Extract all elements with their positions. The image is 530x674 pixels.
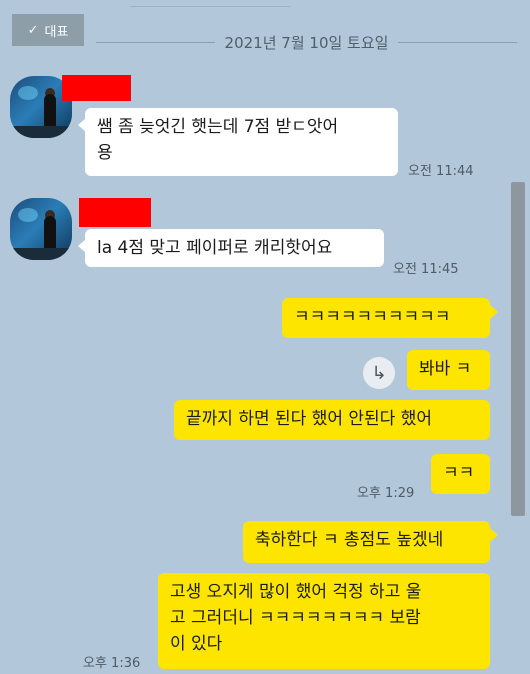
message-bubble-outgoing[interactable]: 봐바 ㅋ: [407, 350, 490, 390]
top-divider: [130, 6, 290, 7]
message-time: 오전 11:44: [408, 164, 474, 179]
message-text-line: 고 그러더니 ㅋㅋㅋㅋㅋㅋㅋㅋ 보람: [170, 608, 421, 628]
message-text: 봐바 ㅋ: [419, 359, 472, 379]
message-text-line: 이 있다: [170, 634, 223, 654]
message-bubble-outgoing[interactable]: 고생 오지게 많이 했어 걱정 하고 울 고 그러더니 ㅋㅋㅋㅋㅋㅋㅋㅋ 보람 …: [158, 573, 490, 669]
message-bubble-outgoing[interactable]: 끝까지 하면 된다 했어 안된다 했어: [174, 400, 490, 440]
message-bubble-incoming[interactable]: 쌤 좀 늦엇긴 햇는데 7점 받ㄷ앗어 용: [85, 108, 398, 176]
message-text: ㅋㅋㅋㅋㅋㅋㅋㅋㅋㅋ: [294, 307, 451, 327]
redacted-sender-name: [62, 75, 131, 101]
date-line-left: [96, 41, 215, 43]
redacted-sender-name: [79, 198, 151, 227]
message-text: la 4점 맞고 페이퍼로 캐리핫어요: [97, 238, 333, 258]
message-bubble-incoming[interactable]: la 4점 맞고 페이퍼로 캐리핫어요: [85, 229, 384, 267]
sender-avatar[interactable]: [10, 198, 72, 260]
message-text: 끝까지 하면 된다 했어 안된다 했어: [186, 409, 432, 429]
message-text-line: 쌤 좀 늦엇긴 햇는데 7점 받ㄷ앗어: [97, 117, 339, 137]
message-text-line: 용: [97, 143, 113, 163]
chat-window: ✓ 대표 2021년 7월 10일 토요일 쌤 좀 늦엇긴 햇는데 7점 받ㄷ앗…: [0, 0, 530, 674]
message-time: 오후 1:29: [357, 486, 415, 501]
message-text-line: 고생 오지게 많이 했어 걱정 하고 울: [170, 582, 422, 602]
message-bubble-outgoing[interactable]: 축하한다 ㅋ 총점도 높겠네: [243, 521, 490, 563]
reply-arrow-icon[interactable]: ↳: [363, 357, 395, 389]
message-text: 축하한다 ㅋ 총점도 높겠네: [255, 530, 444, 550]
message-bubble-outgoing[interactable]: ㅋㅋㅋㅋㅋㅋㅋㅋㅋㅋ: [282, 298, 490, 338]
message-time: 오후 1:36: [83, 656, 141, 671]
message-text: ㅋㅋ: [443, 463, 475, 483]
date-divider: 2021년 7월 10일 토요일: [12, 32, 518, 52]
message-time: 오전 11:45: [393, 262, 459, 277]
scrollbar-thumb[interactable]: [511, 182, 525, 516]
date-line-right: [398, 41, 518, 43]
message-bubble-outgoing[interactable]: ㅋㅋ: [431, 454, 490, 494]
date-label: 2021년 7월 10일 토요일: [224, 33, 389, 52]
